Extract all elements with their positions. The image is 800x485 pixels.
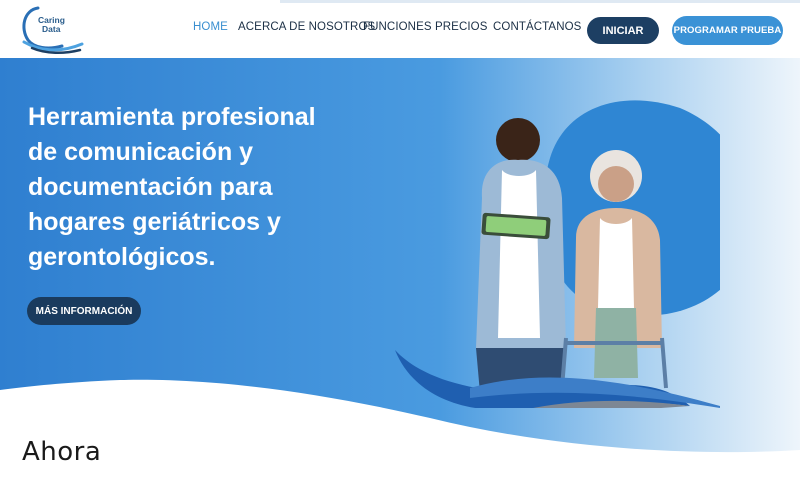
hero-title-line: gerontológicos.	[28, 243, 216, 271]
nav-contact[interactable]: CONTÁCTANOS	[493, 21, 581, 33]
hero-title: Herramienta profesional de comunicación …	[28, 100, 358, 275]
header-top-line	[280, 0, 800, 3]
login-button[interactable]: INICIAR	[587, 17, 659, 44]
nav-home[interactable]: HOME	[193, 21, 228, 33]
nav-pricing[interactable]: PRECIOS	[435, 21, 487, 33]
hero-title-line: documentación para	[28, 173, 273, 201]
nav-features[interactable]: FUNCIONES	[363, 21, 432, 33]
nav-about[interactable]: ACERCA DE NOSOTROS	[238, 21, 375, 33]
hero-title-line: de comunicación y	[28, 138, 254, 166]
hero-title-line: hogares geriátricos y	[28, 208, 281, 236]
site-header: Caring Data HOME ACERCA DE NOSOTROS FUNC…	[0, 0, 800, 58]
caregiver-illustration	[395, 100, 720, 408]
logo[interactable]: Caring Data	[18, 4, 88, 56]
more-info-button[interactable]: MÁS INFORMACIÓN	[27, 297, 141, 325]
section-title: Ahora	[22, 437, 102, 467]
schedule-trial-button[interactable]: PROGRAMAR PRUEBA	[672, 16, 783, 45]
logo-text: Caring Data	[38, 16, 65, 34]
logo-line-2: Data	[42, 24, 61, 34]
hero-title-line: Herramienta profesional	[28, 103, 316, 131]
hero-section: Herramienta profesional de comunicación …	[0, 58, 800, 458]
